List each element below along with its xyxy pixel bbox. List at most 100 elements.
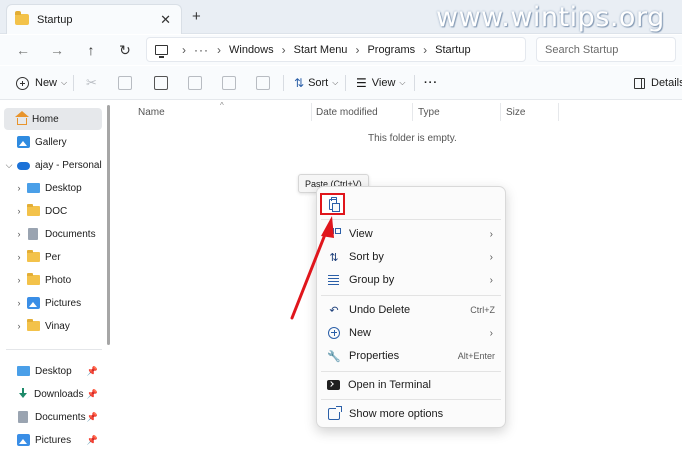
quick-access-pictures[interactable]: Pictures 📌 [14, 429, 102, 450]
rename-icon [188, 76, 202, 90]
menu-item-sort-by[interactable]: ⇅ Sort by › [321, 246, 503, 268]
paste-button[interactable] [154, 74, 168, 92]
sort-caret-icon: ^ [220, 101, 224, 110]
menu-item-open-in-terminal[interactable]: Open in Terminal [321, 374, 503, 396]
close-tab-icon[interactable]: ✕ [160, 12, 171, 28]
column-header-name[interactable]: Name [138, 107, 165, 118]
sidebar-scrollbar[interactable] [106, 101, 111, 351]
menu-item-view[interactable]: View › [321, 223, 503, 245]
paste-button[interactable] [320, 193, 345, 215]
sidebar-item-label: Home [32, 113, 59, 125]
chevron-right-icon[interactable]: › [14, 275, 24, 285]
chevron-right-icon: › [355, 42, 360, 57]
chevron-right-icon[interactable]: › [14, 252, 24, 262]
menu-item-properties[interactable]: 🔧 Properties Alt+Enter [321, 345, 503, 367]
sidebar-item-documents[interactable]: › Documents [14, 223, 102, 245]
sidebar-item-label: Vinay [45, 320, 70, 332]
breadcrumb-overflow[interactable]: ··· [194, 43, 209, 57]
sidebar-item-doc[interactable]: › DOC [14, 200, 102, 222]
sidebar-item-desktop[interactable]: › Desktop [14, 177, 102, 199]
undo-icon: ↶ [329, 304, 339, 317]
navigation-pane: Home Gallery ⌵ ajay - Personal › Desktop… [0, 101, 106, 450]
chevron-right-icon[interactable]: › [14, 229, 24, 239]
forward-button[interactable]: → [46, 39, 68, 61]
sidebar-divider [6, 349, 102, 350]
delete-button[interactable] [256, 74, 270, 92]
chevron-right-icon: › [281, 42, 286, 57]
column-divider[interactable] [500, 103, 501, 121]
quick-access-documents[interactable]: Documents 📌 [14, 406, 102, 428]
pin-icon[interactable]: 📌 [87, 435, 98, 446]
breadcrumb-programs[interactable]: Programs [367, 44, 415, 56]
breadcrumb-startup[interactable]: Startup [435, 44, 470, 56]
chevron-right-icon[interactable]: › [14, 298, 24, 308]
desktop-folder-icon [17, 366, 30, 376]
share-button[interactable] [222, 74, 236, 92]
chevron-right-icon[interactable]: › [14, 206, 24, 216]
menu-item-group-by[interactable]: Group by › [321, 269, 503, 291]
address-bar[interactable]: › ··· › Windows › Start Menu › Programs … [146, 37, 526, 62]
quick-access-desktop[interactable]: Desktop 📌 [14, 360, 102, 382]
chevron-down-icon[interactable]: ⌵ [4, 160, 14, 171]
sidebar-item-home[interactable]: Home [4, 108, 102, 130]
column-divider[interactable] [412, 103, 413, 121]
copy-button[interactable] [118, 74, 132, 92]
pin-icon[interactable]: 📌 [87, 412, 98, 423]
pin-icon[interactable]: 📌 [87, 366, 98, 377]
view-button[interactable]: ☰ View ⌵ [356, 74, 406, 92]
column-header-date-modified[interactable]: Date modified [316, 107, 378, 118]
menu-item-undo-delete[interactable]: ↶ Undo Delete Ctrl+Z [321, 299, 503, 321]
context-menu: View › ⇅ Sort by › Group by › ↶ Undo Del… [316, 186, 506, 428]
pin-icon[interactable]: 📌 [87, 389, 98, 400]
column-header-size[interactable]: Size [506, 107, 525, 118]
sidebar-item-onedrive[interactable]: ⌵ ajay - Personal [4, 154, 102, 176]
tab-title: Startup [37, 13, 73, 26]
menu-separator [321, 399, 501, 400]
folder-icon [27, 204, 40, 216]
shortcut-label: Ctrl+Z [470, 305, 495, 315]
pictures-icon [27, 297, 40, 309]
sidebar-item-label: Gallery [35, 136, 67, 148]
group-icon [327, 273, 341, 287]
menu-separator [321, 295, 501, 296]
terminal-icon [327, 380, 340, 390]
command-bar: New ⌵ ✂ ⇅ Sort ⌵ ☰ View ⌵ ··· Details [0, 66, 682, 100]
chevron-right-icon[interactable]: › [14, 321, 24, 331]
sidebar-item-per[interactable]: › Per [14, 246, 102, 268]
tab-startup[interactable]: Startup ✕ [6, 4, 182, 34]
breadcrumb-windows[interactable]: Windows [229, 44, 274, 56]
menu-item-new[interactable]: New › [321, 322, 503, 344]
up-button[interactable]: ↑ [80, 39, 102, 61]
scrollbar-thumb[interactable] [107, 105, 110, 345]
new-tab-button[interactable]: + [192, 8, 201, 25]
details-label: Details [651, 77, 682, 89]
sidebar-item-label: Downloads [34, 388, 84, 400]
quick-access-downloads[interactable]: Downloads 📌 [14, 383, 102, 405]
menu-item-label: View [349, 228, 373, 240]
chevron-right-icon: › [489, 228, 493, 240]
column-header-type[interactable]: Type [418, 107, 440, 118]
chevron-right-icon[interactable]: › [14, 183, 24, 193]
search-input[interactable]: Search Startup [536, 37, 676, 62]
sort-button[interactable]: ⇅ Sort ⌵ [294, 74, 338, 92]
folder-icon [27, 319, 40, 331]
new-button[interactable]: New ⌵ [16, 74, 67, 92]
new-label: New [35, 77, 58, 89]
sidebar-item-pictures[interactable]: › Pictures [14, 292, 102, 314]
see-more-button[interactable]: ··· [424, 74, 438, 92]
sidebar-item-vinay[interactable]: › Vinay [14, 315, 102, 337]
rename-button[interactable] [188, 74, 202, 92]
refresh-button[interactable]: ↻ [114, 39, 136, 61]
cut-button[interactable]: ✂ [86, 74, 97, 92]
breadcrumb-start-menu[interactable]: Start Menu [294, 44, 348, 56]
menu-item-show-more-options[interactable]: Show more options [321, 403, 503, 425]
toolbar-divider [345, 75, 346, 91]
column-divider[interactable] [558, 103, 559, 121]
column-divider[interactable] [311, 103, 312, 121]
back-button[interactable]: ← [12, 39, 34, 61]
details-pane-button[interactable]: Details [634, 74, 682, 92]
menu-item-label: Undo Delete [349, 304, 411, 316]
sidebar-item-label: Per [45, 251, 61, 263]
sidebar-item-photo[interactable]: › Photo [14, 269, 102, 291]
sidebar-item-gallery[interactable]: Gallery [4, 131, 102, 153]
